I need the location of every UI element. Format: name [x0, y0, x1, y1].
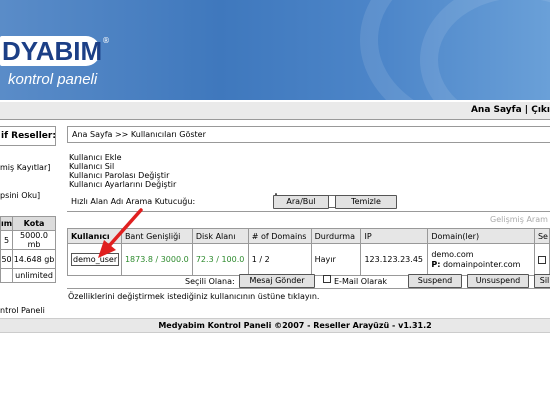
col-user[interactable]: Kullanıcı	[67, 228, 122, 244]
left-footer-link[interactable]: ntrol Paneli	[0, 306, 45, 315]
email-checkbox[interactable]	[323, 275, 331, 283]
left-link-read[interactable]: psini Oku]	[0, 191, 40, 200]
col-select: Se	[533, 228, 550, 244]
banner-decoration	[420, 0, 550, 100]
domain-pointer-row: P: domainpointer.com	[431, 259, 533, 270]
quota-cell: unlimited	[12, 268, 56, 283]
quota-cell	[0, 268, 14, 283]
top-nav-bar: Ana Sayfa | Çıkı	[0, 102, 550, 120]
footer-copyright: Medyabim Kontrol Paneli ©2007 - Reseller…	[0, 318, 550, 333]
pointer-label: P:	[431, 259, 441, 269]
help-note: Özelliklerini değiştirmek istediğiniz ku…	[68, 292, 320, 301]
col-ip[interactable]: IP	[360, 228, 429, 244]
quota-cell: 5	[0, 230, 14, 250]
quota-cell: 14.648 gb	[12, 249, 56, 269]
domain-count-cell: 1 / 2	[247, 243, 312, 276]
col-domain-count[interactable]: # of Domains	[247, 228, 312, 244]
logo-registered-mark: ®	[102, 36, 110, 45]
col-bandwidth[interactable]: Bant Genişliği	[120, 228, 193, 244]
send-message-button[interactable]: Mesaj Gönder	[239, 274, 315, 288]
reseller-quota-table: ım Kota 5 5000.0 mb 50 14.648 gb unlimit…	[0, 216, 56, 283]
user-cell[interactable]: demo_user	[67, 243, 122, 276]
suspended-cell: Hayır	[310, 243, 362, 276]
quota-cell: 50	[0, 249, 14, 269]
col-suspended[interactable]: Durdurma	[310, 228, 362, 244]
left-link-records[interactable]: miş Kayıtlar]	[0, 163, 50, 172]
col-disk[interactable]: Disk Alanı	[191, 228, 249, 244]
top-nav-links: Ana Sayfa | Çıkı	[471, 105, 550, 115]
breadcrumb: Ana Sayfa >> Kullanıcıları Göster	[67, 126, 550, 143]
bandwidth-cell: 1873.8 / 3000.0	[120, 243, 193, 276]
delete-button[interactable]: Sil	[534, 274, 550, 288]
logo-subtitle: kontrol paneli	[8, 71, 98, 88]
disk-cell: 72.3 / 100.0	[191, 243, 249, 276]
table-header-row: Kullanıcı Bant Genişliği Disk Alanı # of…	[67, 228, 550, 244]
reseller-panel-title: if Reseller:	[0, 126, 56, 146]
quota-header-quota: Kota	[12, 216, 56, 231]
nav-separator: |	[521, 105, 532, 115]
unsuspend-button[interactable]: Unsuspend	[467, 274, 529, 288]
search-label: Hızlı Alan Adı Arama Kutucuğu:	[71, 197, 196, 206]
quota-cell: 5000.0 mb	[12, 230, 56, 250]
change-password-link[interactable]: Kullanıcı Parolası Değiştir	[69, 171, 169, 180]
ip-cell: 123.123.23.45	[360, 243, 429, 276]
change-settings-link[interactable]: Kullanıcı Ayarlarını Değiştir	[69, 180, 176, 189]
user-name-field[interactable]: demo_user	[71, 253, 119, 266]
select-cell	[533, 243, 550, 276]
users-table: Kullanıcı Bant Genişliği Disk Alanı # of…	[67, 228, 550, 276]
logout-link[interactable]: Çıkı	[531, 105, 550, 115]
logo: DYABIM	[0, 36, 103, 66]
quota-row: 50 14.648 gb	[0, 249, 56, 269]
home-link[interactable]: Ana Sayfa	[471, 105, 522, 115]
domain-primary[interactable]: demo.com	[431, 250, 533, 260]
domain-pointer[interactable]: domainpointer.com	[443, 260, 520, 269]
quota-header-name: ım	[0, 216, 14, 231]
clear-button[interactable]: Temizle	[335, 195, 397, 209]
quota-row: unlimited	[0, 268, 56, 283]
select-user-checkbox[interactable]	[537, 255, 546, 264]
domains-cell: demo.com P: domainpointer.com	[427, 243, 535, 276]
email-label: E-Mail Olarak	[334, 277, 387, 286]
table-row[interactable]: demo_user 1873.8 / 3000.0 72.3 / 100.0 1…	[67, 243, 550, 276]
search-button[interactable]: Ara/Bul	[273, 195, 329, 209]
add-user-link[interactable]: Kullanıcı Ekle	[69, 153, 122, 162]
header-banner: DYABIM ® kontrol paneli	[0, 0, 550, 100]
delete-user-link[interactable]: Kullanıcı Sil	[69, 162, 114, 171]
quota-row: 5 5000.0 mb	[0, 230, 56, 250]
col-domains[interactable]: Domain(ler)	[427, 228, 535, 244]
advanced-search-link[interactable]: Gelişmiş Aram	[490, 215, 548, 224]
suspend-button[interactable]: Suspend	[408, 274, 462, 288]
selected-label: Seçili Olana:	[185, 277, 235, 286]
